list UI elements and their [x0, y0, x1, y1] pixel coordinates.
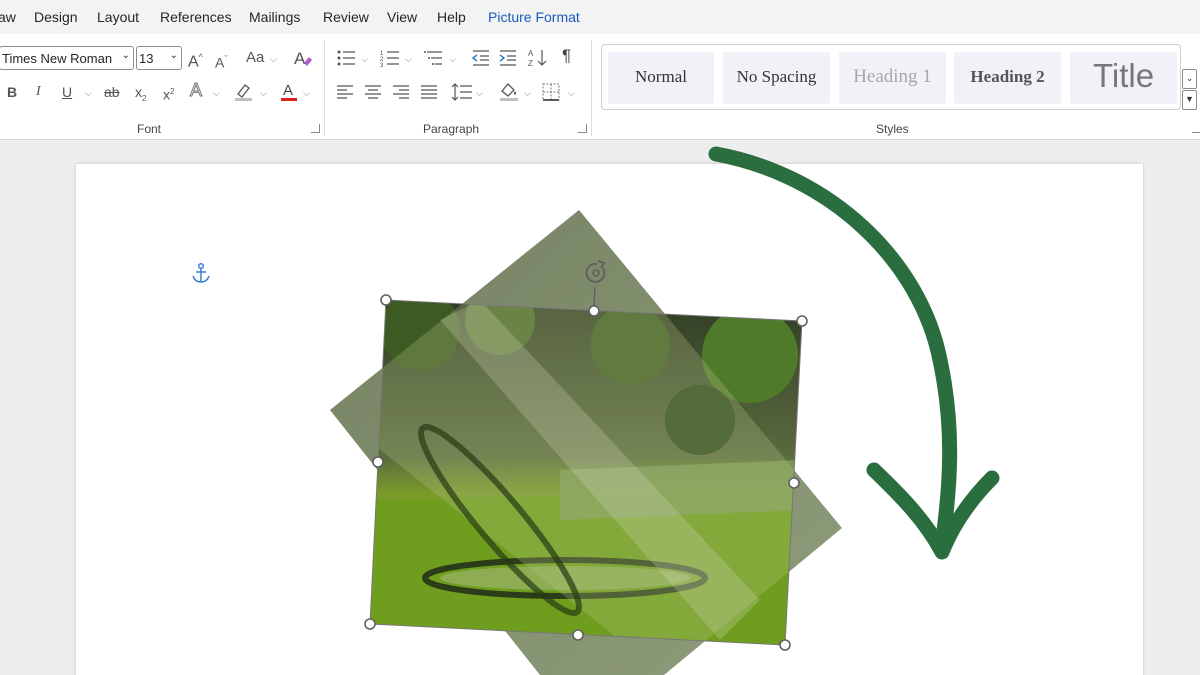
picture-layer: [330, 146, 1000, 675]
